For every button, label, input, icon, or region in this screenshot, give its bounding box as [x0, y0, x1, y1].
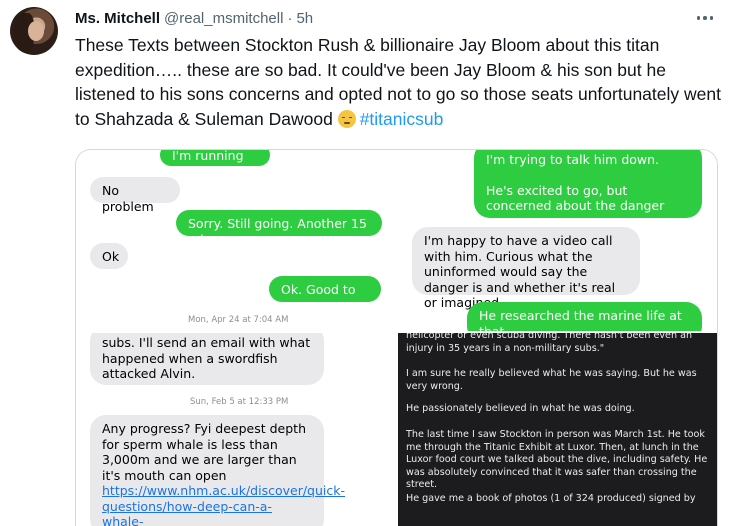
- header-separator: ·: [287, 9, 293, 27]
- email-paragraph: The last time I saw Stockton in person w…: [406, 429, 708, 491]
- message-bubble-sent: I'm trying to talk him down. He's excite…: [474, 150, 702, 218]
- message-bubble-sent: He researched the marine life at that: [467, 302, 702, 331]
- more-options-icon[interactable]: [694, 8, 716, 28]
- message-bubble-sent: Sorry. Still going. Another 15 min: [176, 210, 382, 247]
- author-avatar[interactable]: [10, 7, 58, 55]
- email-paragraph: He gave me a book of photos (1 of 324 pr…: [406, 493, 696, 504]
- tweet-media-grid: I'm running over No problem Sorry. Still…: [75, 149, 718, 526]
- message-link[interactable]: https://www.nhm.ac.uk/discover/quick-que…: [102, 483, 345, 526]
- message-bubble-received: Any progress? Fyi deepest depth for sper…: [90, 415, 345, 526]
- message-timestamp: Mon, Apr 24 at 7:04 AM: [188, 315, 289, 325]
- author-handle[interactable]: @real_msmitchell: [164, 10, 283, 27]
- avatar-face: [28, 21, 44, 41]
- email-paragraph: He passionately believed in what he was …: [406, 403, 635, 414]
- message-bubble-sent: Ok. Good to go.: [269, 276, 381, 313]
- email-paragraph: helicopter or even scuba diving. There h…: [406, 333, 693, 354]
- message-line: He's excited to go, but concerned about …: [486, 182, 665, 214]
- hashtag-link[interactable]: #titanicsub: [360, 109, 444, 129]
- message-bubble-received: I'm happy to have a video call with him.…: [412, 227, 640, 310]
- media-image-1[interactable]: I'm running over No problem Sorry. Still…: [76, 150, 396, 331]
- message-bubble-received: subs. I'll send an email with what happe…: [90, 333, 324, 385]
- relieved-face-emoji-icon: [337, 109, 356, 128]
- media-image-2[interactable]: I'm trying to talk him down. He's excite…: [398, 150, 717, 331]
- email-paragraph: I am sure he really believed what he was…: [406, 368, 697, 392]
- author-name[interactable]: Ms. Mitchell: [75, 10, 160, 27]
- tweet-header: Ms. Mitchell @real_msmitchell · 5h: [75, 7, 313, 29]
- message-bubble-sent: I'm running over: [160, 150, 270, 179]
- message-line: I'm trying to talk him down.: [486, 152, 660, 167]
- media-image-4[interactable]: helicopter or even scuba diving. There h…: [398, 333, 717, 526]
- tweet-timestamp[interactable]: 5h: [296, 10, 313, 27]
- message-text: Any progress? Fyi deepest depth for sper…: [102, 421, 307, 483]
- message-bubble-received: Ok: [90, 243, 128, 269]
- tweet-text: These Texts between Stockton Rush & bill…: [75, 33, 725, 131]
- media-image-3[interactable]: subs. I'll send an email with what happe…: [76, 333, 396, 526]
- message-bubble-received: No problem: [90, 177, 180, 214]
- message-timestamp: Sun, Feb 5 at 12:33 PM: [190, 397, 289, 407]
